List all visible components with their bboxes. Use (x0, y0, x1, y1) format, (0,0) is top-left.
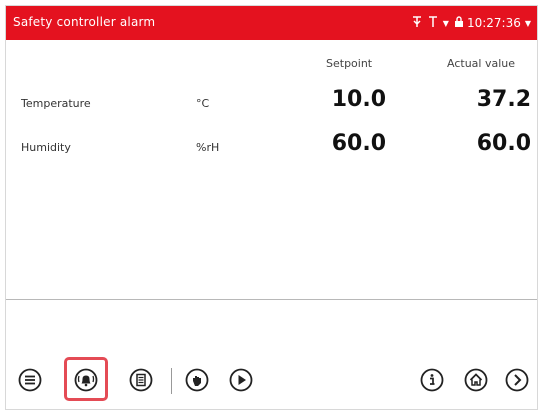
lock-icon (453, 15, 465, 31)
header-title: Safety controller alarm (13, 15, 156, 29)
menu-list-icon (18, 368, 42, 392)
controller-screen: Safety controller alarm ▼ 10:27:36 ▼ Set… (5, 5, 538, 410)
clock-time: 10:27:36 (466, 16, 521, 30)
manual-mode-button[interactable] (183, 366, 211, 394)
bell-icon (74, 368, 98, 392)
status-header: Safety controller alarm ▼ 10:27:36 ▼ (6, 6, 537, 40)
event-list-button[interactable] (127, 366, 155, 394)
toolbar-separator (171, 368, 172, 394)
content-divider (6, 299, 537, 300)
alarm-button[interactable] (72, 366, 100, 394)
menu-list-button[interactable] (16, 366, 44, 394)
info-button[interactable] (418, 366, 446, 394)
home-icon (464, 368, 488, 392)
actual-humidity: 60.0 (476, 131, 531, 156)
home-button[interactable] (462, 366, 490, 394)
play-icon (229, 368, 253, 392)
user-icon (411, 15, 423, 31)
column-header-actual-value: Actual value (447, 57, 516, 70)
bottom-toolbar (6, 356, 537, 404)
row-name-temperature: Temperature (21, 97, 91, 110)
row-name-humidity: Humidity (21, 141, 71, 154)
program-start-button[interactable] (227, 366, 255, 394)
header-status-area: ▼ 10:27:36 ▼ (407, 14, 531, 32)
row-unit-temperature: °C (196, 97, 210, 110)
user-icon-2 (427, 15, 439, 31)
chevron-right-icon (505, 368, 529, 392)
setpoint-humidity[interactable]: 60.0 (306, 131, 386, 156)
next-button[interactable] (503, 366, 531, 394)
hand-icon (185, 368, 209, 392)
column-header-setpoint: Setpoint (326, 57, 373, 70)
actual-temperature: 37.2 (476, 87, 531, 112)
user-dropdown-icon[interactable]: ▼ (443, 19, 449, 28)
document-list-icon (129, 368, 153, 392)
setpoint-temperature[interactable]: 10.0 (306, 87, 386, 112)
row-unit-humidity: %rH (196, 141, 220, 154)
info-icon (420, 368, 444, 392)
time-dropdown-icon[interactable]: ▼ (525, 19, 531, 28)
